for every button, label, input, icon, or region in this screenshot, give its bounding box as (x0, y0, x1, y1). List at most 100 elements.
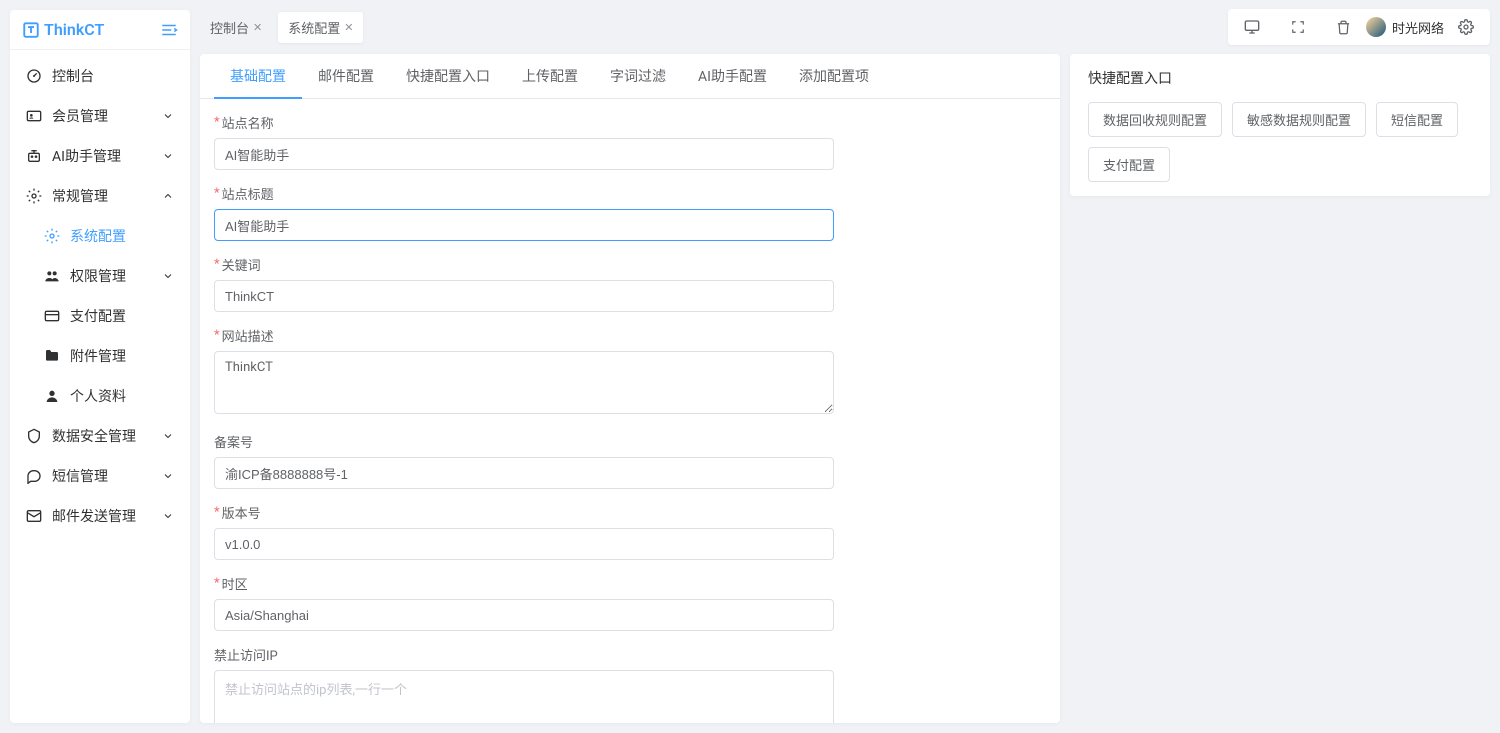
top-tabs: 控制台 ✕ 系统配置 ✕ (200, 12, 363, 43)
config-tab[interactable]: 快捷配置入口 (390, 54, 506, 98)
field-label: * 站点名称 (214, 113, 834, 132)
field-label: * 版本号 (214, 503, 834, 522)
sidebar-collapse-button[interactable] (160, 21, 178, 39)
brand-text: ThinkCT (44, 20, 104, 39)
quick-entrance-button[interactable]: 数据回收规则配置 (1088, 102, 1222, 137)
sidebar-subitem[interactable]: 系统配置 (10, 216, 190, 256)
dashboard-icon (26, 68, 42, 84)
sidebar-item-label: 会员管理 (52, 106, 108, 126)
config-tab[interactable]: 上传配置 (506, 54, 594, 98)
deny_ip-textarea[interactable] (214, 670, 834, 723)
chevron-down-icon (162, 110, 174, 122)
user-name: 时光网络 (1392, 18, 1444, 37)
avatar (1366, 17, 1386, 37)
required-marker: * (214, 115, 220, 130)
sidebar-item-label: 邮件发送管理 (52, 506, 136, 526)
sidebar-item[interactable]: AI助手管理 (10, 136, 190, 176)
config-form: * 站点名称 * 站点标题 * 关键词 * 网站描述 备案号 * 版本号 * 时区 禁止访… (200, 99, 1060, 723)
field-label: * 时区 (214, 574, 834, 593)
chevron-down-icon (162, 510, 174, 522)
sidebar-subitem[interactable]: 附件管理 (10, 336, 190, 376)
version-input[interactable] (214, 528, 834, 560)
config-tab[interactable]: 邮件配置 (302, 54, 390, 98)
sidebar-menu: 控制台会员管理 AI助手管理常规管理系统配置权限管理支付配置附件管理个人资料数据安… (10, 50, 190, 723)
close-icon[interactable]: ✕ (253, 21, 262, 34)
description-textarea[interactable] (214, 351, 834, 414)
sidebar-subitem[interactable]: 权限管理 (10, 256, 190, 296)
sidebar-item[interactable]: 短信管理 (10, 456, 190, 496)
tab-label: 系统配置 (288, 18, 340, 37)
chevron-up-icon (162, 190, 174, 202)
config-form-card: 基础配置邮件配置快捷配置入口上传配置字词过滤AI助手配置添加配置项 * 站点名称… (200, 54, 1060, 723)
chevron-down-icon (162, 270, 174, 282)
timezone-input[interactable] (214, 599, 834, 631)
sidebar: ThinkCT 控制台会员管理 AI助手管理常规管理系统配置权限管理支付配置附件管… (10, 10, 190, 723)
sidebar-subitem-label: 个人资料 (70, 386, 126, 406)
config-tab[interactable]: AI助手配置 (682, 54, 783, 98)
field-version: * 版本号 (214, 503, 834, 560)
sidebar-subitem[interactable]: 个人资料 (10, 376, 190, 416)
quick-entrance-button[interactable]: 支付配置 (1088, 147, 1170, 182)
mail-icon (26, 508, 42, 524)
quick-entrance-button[interactable]: 短信配置 (1376, 102, 1458, 137)
close-icon[interactable]: ✕ (344, 21, 353, 34)
id-card-icon (26, 108, 42, 124)
required-marker: * (214, 328, 220, 343)
top-tab[interactable]: 系统配置 ✕ (278, 12, 363, 43)
desktop-icon[interactable] (1236, 13, 1268, 41)
sidebar-item[interactable]: 常规管理 (10, 176, 190, 216)
sidebar-item[interactable]: 数据安全管理 (10, 416, 190, 456)
site_name-input[interactable] (214, 138, 834, 170)
field-label: 禁止访问IP (214, 645, 834, 664)
quick-entrance-button[interactable]: 敏感数据规则配置 (1232, 102, 1366, 137)
sidebar-item-label: 数据安全管理 (52, 426, 136, 446)
sidebar-subitem-label: 附件管理 (70, 346, 126, 366)
required-marker: * (214, 257, 220, 272)
field-deny_ip: 禁止访问IP (214, 645, 834, 723)
bot-icon (26, 148, 42, 164)
shield-icon (26, 428, 42, 444)
logo-bar: ThinkCT (10, 10, 190, 50)
users-icon (44, 268, 60, 284)
settings-icon[interactable] (1450, 13, 1482, 41)
field-description: * 网站描述 (214, 326, 834, 418)
config-tab[interactable]: 添加配置项 (783, 54, 885, 98)
config-tab[interactable]: 基础配置 (214, 54, 302, 98)
chevron-down-icon (162, 470, 174, 482)
sidebar-item-label: 常规管理 (52, 186, 108, 206)
field-label: * 关键词 (214, 255, 834, 274)
tab-label: 控制台 (210, 18, 249, 37)
sidebar-subitem[interactable]: 支付配置 (10, 296, 190, 336)
sidebar-item-label: 控制台 (52, 66, 94, 86)
field-label: * 网站描述 (214, 326, 834, 345)
sidebar-subitem-label: 权限管理 (70, 266, 126, 286)
user-menu[interactable]: 时光网络 (1360, 17, 1450, 37)
trash-icon[interactable] (1328, 13, 1360, 41)
top-tab[interactable]: 控制台 ✕ (200, 12, 272, 43)
required-marker: * (214, 186, 220, 201)
field-timezone: * 时区 (214, 574, 834, 631)
user-icon (44, 388, 60, 404)
fullscreen-icon[interactable] (1282, 13, 1314, 41)
quick-entrance-title: 快捷配置入口 (1088, 68, 1472, 88)
sidebar-item[interactable]: 邮件发送管理 (10, 496, 190, 536)
config-tab[interactable]: 字词过滤 (594, 54, 682, 98)
sidebar-subitem-label: 支付配置 (70, 306, 126, 326)
chevron-down-icon (162, 430, 174, 442)
keywords-input[interactable] (214, 280, 834, 312)
required-marker: * (214, 576, 220, 591)
topbar: 控制台 ✕ 系统配置 ✕ 时光网络 (200, 10, 1490, 44)
sidebar-item-label: AI助手管理 (52, 146, 121, 166)
sidebar-item[interactable]: 控制台 (10, 56, 190, 96)
beian-input[interactable] (214, 457, 834, 489)
field-site_name: * 站点名称 (214, 113, 834, 170)
field-label: * 站点标题 (214, 184, 834, 203)
field-keywords: * 关键词 (214, 255, 834, 312)
card-icon (44, 308, 60, 324)
site_title-input[interactable] (214, 209, 834, 241)
chevron-down-icon (162, 150, 174, 162)
gear-icon (44, 228, 60, 244)
sidebar-item[interactable]: 会员管理 (10, 96, 190, 136)
field-label: 备案号 (214, 432, 834, 451)
brand-logo[interactable]: ThinkCT (22, 20, 104, 39)
